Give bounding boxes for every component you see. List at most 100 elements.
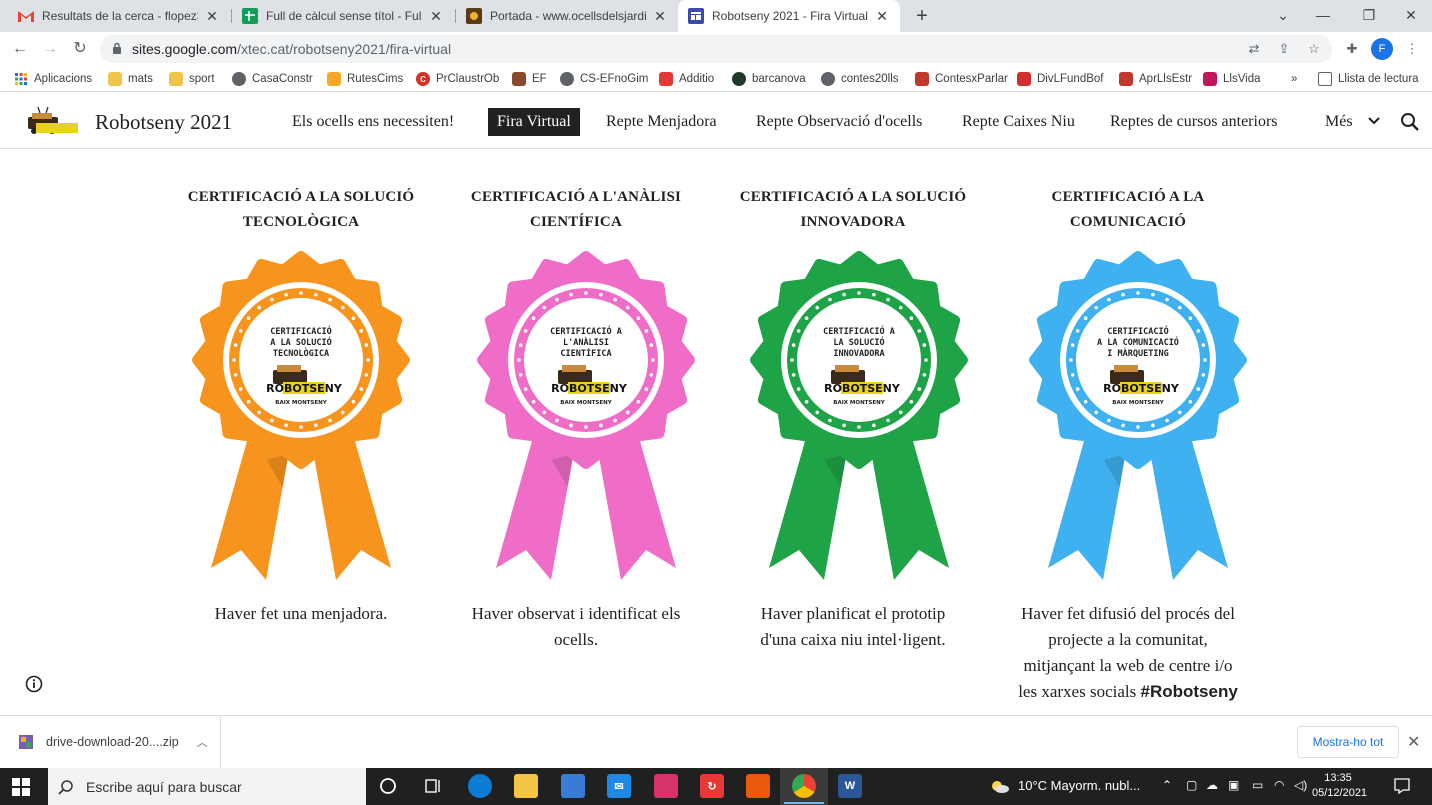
seal-text: A LA COMUNICACIÓ [1097, 336, 1179, 348]
chevron-down-icon[interactable] [1366, 112, 1382, 128]
bookmark-sport[interactable]: sport [169, 70, 215, 88]
ring-star [270, 418, 274, 423]
menu-icon[interactable]: ⋮ [1402, 39, 1422, 59]
bookmarks-overflow-button[interactable]: » [1291, 70, 1297, 88]
taskbar-search-box[interactable]: Escribe aquí para buscar [48, 768, 366, 805]
forward-icon[interactable]: → [38, 37, 62, 61]
battery-icon[interactable]: ▭ [1252, 778, 1263, 792]
bookmark-aplicacions[interactable]: Aplicacions [14, 70, 92, 88]
store-icon[interactable] [561, 774, 585, 798]
ring-star [1165, 418, 1169, 423]
globe-icon [560, 72, 574, 86]
tray-app-icon[interactable]: ▢ [1186, 778, 1197, 792]
nav-mes[interactable]: Més [1316, 108, 1362, 136]
file-explorer-icon[interactable] [514, 774, 538, 798]
taskbar-search-placeholder: Escribe aquí para buscar [86, 778, 242, 795]
windows-taskbar: Escribe aquí para buscar ✉ ↻ W 10°C Mayo… [0, 768, 1432, 805]
close-icon[interactable]: ✕ [1407, 732, 1420, 752]
ring-star [238, 329, 243, 333]
ring-star [246, 399, 251, 404]
info-icon[interactable] [25, 675, 43, 693]
ring-star [518, 343, 523, 347]
desc-line: Haver planificat el prototip [760, 604, 946, 623]
nav-repte-caixes-niu[interactable]: Repte Caixes Niu [953, 108, 1084, 136]
close-icon[interactable]: ✕ [652, 8, 668, 25]
nav-els-ocells[interactable]: Els ocells ens necessiten! [283, 108, 463, 136]
bookmark-contes20lls[interactable]: contes20lls [821, 70, 899, 88]
minimize-icon[interactable]: — [1300, 0, 1346, 32]
badge-heading-line: CIENTÍFICA [529, 214, 622, 230]
window-close-icon[interactable]: ✕ [1388, 0, 1432, 32]
globe-icon [232, 72, 246, 86]
browser-tab-sheets[interactable]: Full de càlcul sense títol - Fulls de ✕ [232, 0, 454, 32]
extensions-icon[interactable]: ✚ [1342, 39, 1362, 59]
volume-icon[interactable]: ◁) [1294, 778, 1307, 792]
download-item[interactable]: drive-download-20....zip ︿ [0, 716, 221, 768]
ring-star [599, 423, 603, 428]
bookmark-additio[interactable]: Additio [659, 70, 714, 88]
reading-list-button[interactable]: Llista de lectura [1318, 70, 1419, 88]
tray-network-device-icon[interactable]: ▣ [1228, 778, 1239, 792]
reload-icon[interactable]: ↻ [68, 37, 92, 61]
ring-star [1188, 316, 1193, 321]
ring-star [917, 387, 922, 391]
chrome-icon[interactable] [784, 774, 824, 804]
nav-repte-observacio[interactable]: Repte Observació d'ocells [747, 108, 931, 136]
address-bar[interactable]: sites.google.com/xtec.cat/robotseny2021/… [100, 35, 1332, 63]
bookmark-aprllsestr[interactable]: AprLlsEstr [1119, 70, 1192, 88]
gmail-icon [18, 8, 34, 24]
bookmark-barcanova[interactable]: barcanova [732, 70, 806, 88]
word-icon[interactable]: W [838, 774, 862, 798]
bookmark-mats[interactable]: mats [108, 70, 153, 88]
restore-icon[interactable]: ❐ [1346, 0, 1392, 32]
browser-tab-ocells[interactable]: Portada - www.ocellsdelsjardins.c ✕ [456, 0, 678, 32]
bookmark-rutescims[interactable]: RutesCims [327, 70, 403, 88]
bookmark-cs-efnogim[interactable]: CS-EFnoGim [560, 70, 648, 88]
chevron-up-icon[interactable]: ︿ [197, 734, 208, 750]
close-icon[interactable]: ✕ [874, 8, 890, 25]
ring-star [1196, 329, 1201, 333]
mail-icon[interactable]: ✉ [607, 774, 631, 798]
weather-widget[interactable]: 10°C Mayorm. nubl... [990, 778, 1140, 793]
profile-avatar[interactable]: F [1371, 38, 1393, 60]
search-icon[interactable] [1400, 112, 1420, 132]
bookmark-llsvida[interactable]: LlsVida [1203, 70, 1261, 88]
sync-app-icon[interactable]: ↻ [700, 774, 724, 798]
wifi-icon[interactable]: ◠ [1274, 778, 1284, 792]
translate-icon[interactable]: ⇄ [1244, 39, 1264, 59]
media-icon[interactable] [654, 774, 678, 798]
bookmark-prclaustrob[interactable]: C PrClaustrOb [416, 70, 499, 88]
cortana-icon[interactable] [376, 774, 400, 798]
bookmark-divlfundbof[interactable]: DivLFundBof [1017, 70, 1103, 88]
onedrive-icon[interactable]: ☁ [1206, 778, 1218, 792]
windows-start-icon[interactable] [12, 778, 30, 796]
nav-repte-menjadora[interactable]: Repte Menjadora [597, 108, 726, 136]
ring-star [1083, 316, 1088, 321]
site-title[interactable]: Robotseny 2021 [95, 110, 232, 135]
show-all-downloads-button[interactable]: Mostra-ho tot [1297, 726, 1399, 758]
edge-icon[interactable] [468, 774, 492, 798]
office-icon[interactable] [746, 774, 770, 798]
bookmark-contesxparlar[interactable]: ContesxParlar [915, 70, 1008, 88]
close-icon[interactable]: ✕ [428, 8, 444, 25]
bookmark-ef[interactable]: EF [512, 70, 547, 88]
browser-tab-gmail[interactable]: Resultats de la cerca - flopez35@ ✕ [8, 0, 230, 32]
ring-star [898, 305, 903, 310]
close-icon[interactable]: ✕ [204, 8, 220, 25]
ring-star [328, 297, 332, 302]
notification-icon[interactable] [1394, 778, 1410, 794]
browser-tab-robotseny[interactable]: Robotseny 2021 - Fira Virtual ✕ [678, 0, 900, 32]
bookmark-star-icon[interactable]: ☆ [1304, 39, 1324, 59]
nav-fira-virtual[interactable]: Fira Virtual [488, 108, 580, 136]
taskbar-clock[interactable]: 13:35 05/12/2021 [1312, 771, 1367, 801]
ring-star [922, 343, 927, 347]
tab-title: Full de càlcul sense títol - Fulls de [266, 9, 422, 23]
nav-reptes-anteriors[interactable]: Reptes de cursos anteriors [1101, 108, 1287, 136]
new-tab-button[interactable]: + [910, 4, 934, 28]
bookmark-casaconstr[interactable]: CasaConstr [232, 70, 313, 88]
tray-overflow-icon[interactable]: ⌃ [1162, 778, 1172, 792]
robotseny-logo[interactable] [26, 105, 80, 137]
back-icon[interactable]: ← [8, 37, 32, 61]
share-icon[interactable]: ⇪ [1274, 39, 1294, 59]
task-view-icon[interactable] [421, 774, 445, 798]
